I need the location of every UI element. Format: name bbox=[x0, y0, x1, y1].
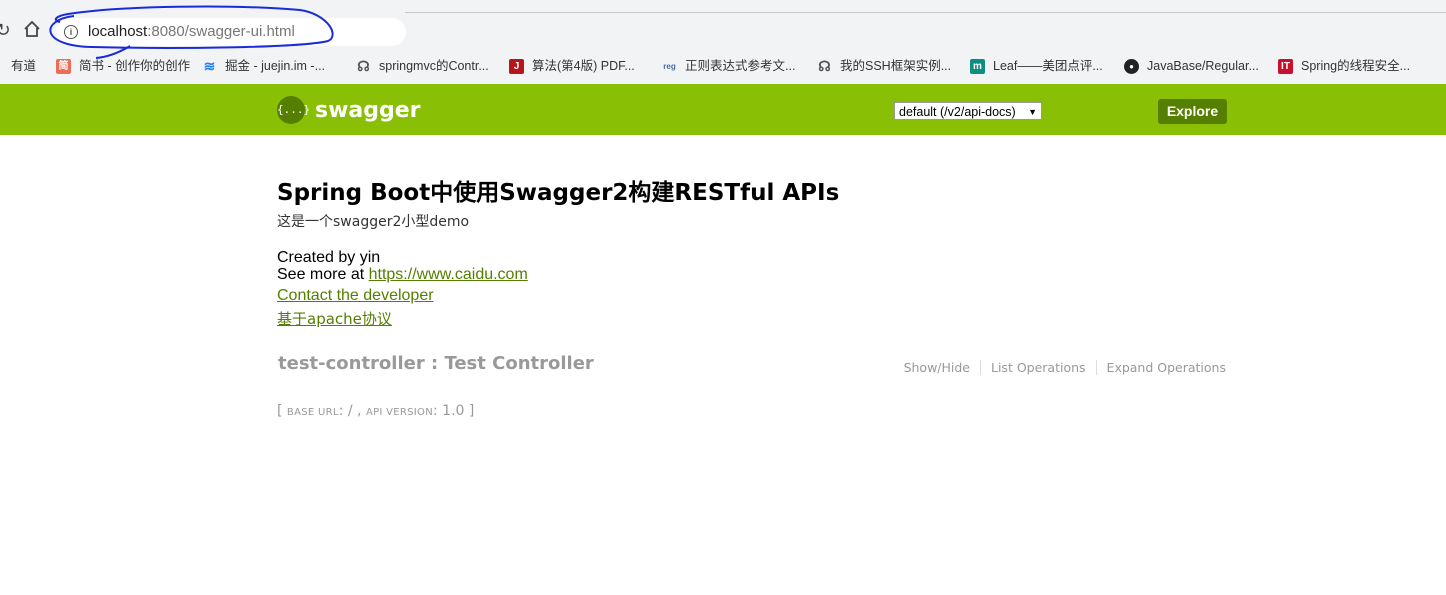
address-bar[interactable]: i localhost:8080/swagger-ui.html bbox=[56, 18, 406, 46]
bookmark-label: JavaBase/Regular... bbox=[1147, 59, 1259, 73]
show-hide-link[interactable]: Show/Hide bbox=[894, 360, 980, 375]
bookmark-label: Spring的线程安全... bbox=[1301, 59, 1411, 73]
created-by: Created by yin bbox=[277, 249, 381, 266]
bookmark-item[interactable]: 有道 bbox=[0, 54, 36, 78]
tab-strip-edge bbox=[405, 12, 1446, 13]
j-icon: J bbox=[509, 59, 524, 75]
api-docs-select[interactable]: default (/v2/api-docs) ▼ bbox=[894, 102, 1042, 120]
api-footer: [ base url: / , api version: 1.0 ] bbox=[277, 403, 474, 419]
resource-ops: Show/Hide List Operations Expand Operati… bbox=[894, 360, 1227, 375]
url-text: localhost:8080/swagger-ui.html bbox=[88, 18, 295, 46]
api-version-label: api version bbox=[365, 407, 434, 418]
license-link[interactable]: 基于apache协议 bbox=[277, 310, 392, 328]
bookmark-label: 掘金 - juejin.im -... bbox=[225, 59, 326, 73]
bookmark-item[interactable]: IT Spring的线程安全... bbox=[1278, 54, 1410, 78]
dropdown-arrow-icon: ▼ bbox=[1028, 107, 1037, 117]
github-icon: ● bbox=[1124, 59, 1139, 75]
regex-icon: reg bbox=[663, 62, 676, 72]
bookmark-label: 算法(第4版) PDF... bbox=[532, 59, 635, 73]
bookmark-label: springmvc的Contr... bbox=[379, 59, 489, 73]
swagger-logo[interactable]: {...} swagger bbox=[277, 96, 421, 124]
bookmark-label: 我的SSH框架实例... bbox=[840, 59, 952, 73]
bookmarks-bar: 有道 简简书 - 创作你的创作 ≋ 掘金 - juejin.im -... ☊ sprin… bbox=[0, 54, 1446, 78]
api-description: 这是一个swagger2小型demo bbox=[277, 214, 470, 230]
it-icon: IT bbox=[1278, 59, 1293, 75]
swagger-logo-icon: {...} bbox=[277, 96, 310, 124]
bookmark-item[interactable]: ≋ 掘金 - juejin.im -... bbox=[202, 54, 325, 78]
bookmark-item[interactable]: m Leaf——美团点评... bbox=[970, 54, 1103, 78]
contact-developer-link[interactable]: Contact the developer bbox=[277, 287, 434, 304]
bookmark-item[interactable]: 简简书 - 创作你的创作 bbox=[56, 54, 190, 78]
youdao-icon bbox=[0, 59, 3, 74]
see-more: See more at https://www.caidu.com bbox=[277, 266, 528, 283]
base-url-label: base url bbox=[286, 407, 339, 418]
bookmark-item[interactable]: ☊ springmvc的Contr... bbox=[356, 54, 489, 78]
api-docs-select-value: default (/v2/api-docs) bbox=[899, 105, 1016, 119]
bookmark-item[interactable]: ● JavaBase/Regular... bbox=[1124, 54, 1259, 78]
reload-icon[interactable]: ↻ bbox=[0, 20, 14, 42]
bookmark-icon: ☊ bbox=[357, 58, 370, 75]
see-more-prefix: See more at bbox=[277, 266, 369, 283]
url-path: :8080/swagger-ui.html bbox=[147, 23, 295, 40]
api-title: Spring Boot中使用Swagger2构建RESTful APIs bbox=[277, 180, 840, 206]
bookmark-label: 简书 - 创作你的创作 bbox=[79, 59, 191, 73]
bookmark-item[interactable]: J 算法(第4版) PDF... bbox=[509, 54, 635, 78]
bookmark-item[interactable]: ☊ 我的SSH框架实例... bbox=[817, 54, 951, 78]
resource-test-controller: test-controller : Test Controller Show/H… bbox=[277, 353, 1227, 377]
bookmark-item[interactable]: reg 正则表达式参考文... bbox=[662, 54, 795, 78]
resource-heading[interactable]: test-controller : Test Controller bbox=[278, 353, 594, 374]
list-operations-link[interactable]: List Operations bbox=[980, 360, 1096, 375]
address-row: ↻ i localhost:8080/swagger-ui.html bbox=[0, 16, 1446, 48]
bookmark-icon: ☊ bbox=[818, 58, 831, 75]
bookmark-label: 有道 bbox=[11, 59, 37, 73]
api-contact-info: Created by yin See more at https://www.c… bbox=[277, 249, 528, 283]
jianshu-icon: 简 bbox=[56, 59, 71, 75]
url-host: localhost bbox=[88, 23, 148, 40]
bookmark-label: Leaf——美团点评... bbox=[993, 59, 1103, 73]
m-icon: m bbox=[970, 59, 985, 75]
juejin-icon: ≋ bbox=[203, 58, 216, 75]
api-version-value: : 1.0 ] bbox=[433, 403, 475, 419]
swagger-header: {...} swagger default (/v2/api-docs) ▼ E… bbox=[0, 84, 1446, 135]
browser-chrome: ↻ i localhost:8080/swagger-ui.html 有道 简简书… bbox=[0, 0, 1446, 84]
swagger-logo-text: swagger bbox=[315, 97, 421, 123]
see-more-link[interactable]: https://www.caidu.com bbox=[369, 266, 528, 283]
footer-open-bracket: [ bbox=[277, 403, 287, 419]
base-url-value: : / , bbox=[338, 403, 366, 419]
info-icon[interactable]: i bbox=[64, 25, 78, 39]
home-icon[interactable] bbox=[21, 20, 43, 42]
explore-button[interactable]: Explore bbox=[1158, 99, 1227, 124]
expand-operations-link[interactable]: Expand Operations bbox=[1095, 360, 1227, 375]
bookmark-label: 正则表达式参考文... bbox=[685, 59, 796, 73]
